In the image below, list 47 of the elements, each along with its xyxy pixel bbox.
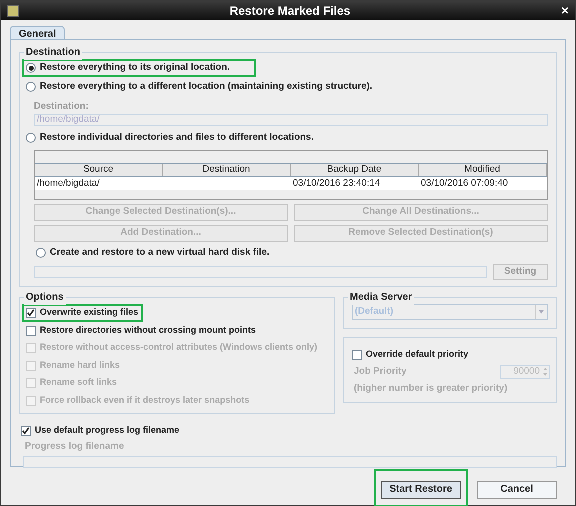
field-label: Job Priority xyxy=(354,364,407,379)
radio-button[interactable] xyxy=(36,248,46,258)
progress-log-field[interactable] xyxy=(23,456,557,468)
radio-label: Restore everything to its original location. xyxy=(40,61,230,75)
column-header[interactable]: Destination xyxy=(163,164,291,176)
field-label: Progress log filename xyxy=(24,440,126,454)
table-cell-text: 03/10/2016 07:09:40 xyxy=(420,177,510,190)
checkbox-label: Override default priority xyxy=(366,348,469,362)
close-icon[interactable]: × xyxy=(561,4,569,17)
column-header[interactable]: Source xyxy=(35,164,163,176)
spinner-arrows-icon xyxy=(542,366,549,378)
dialog-button[interactable]: Start Restore xyxy=(381,480,461,498)
checkbox[interactable] xyxy=(21,426,31,436)
radio-button[interactable] xyxy=(26,132,36,143)
dropdown-arrow-icon xyxy=(535,305,547,320)
tab[interactable]: General xyxy=(10,26,66,39)
radio-button[interactable] xyxy=(26,63,36,74)
checkbox-label: Restore without access-control attributes (Windows clients only) xyxy=(40,341,318,354)
checkbox[interactable] xyxy=(352,350,362,360)
group-title: Options xyxy=(24,290,66,306)
checkmark-icon xyxy=(22,427,30,435)
checkbox[interactable] xyxy=(26,308,36,318)
checkbox-label: Rename soft links xyxy=(40,376,118,390)
vhd-path-field[interactable] xyxy=(34,266,487,278)
column-header[interactable]: Modified xyxy=(419,164,547,176)
priority-note: (higher number is greater priority) xyxy=(353,382,509,396)
checkbox-label: Use default progress log filename xyxy=(35,424,180,438)
group-title: Destination xyxy=(24,45,82,60)
checkbox[interactable] xyxy=(26,326,36,336)
field-label: Destination: xyxy=(34,100,90,114)
table-cell-text: /home/bigdata/ xyxy=(36,177,101,190)
radio-label: Create and restore to a new virtual hard disk file. xyxy=(50,246,270,260)
app-icon xyxy=(7,4,19,16)
radio-label: Restore individual directories and files to different locations. xyxy=(40,130,314,145)
dialog-button[interactable]: Cancel xyxy=(477,480,557,498)
checkmark-icon xyxy=(27,309,35,317)
dropdown-value: (Default) xyxy=(354,305,395,320)
column-header[interactable]: Backup Date xyxy=(291,164,419,176)
checkbox-label: Force rollback even if it destroys later snapshots xyxy=(40,394,250,407)
window-title: Restore Marked Files xyxy=(228,2,352,20)
group-title: Media Server xyxy=(348,290,414,306)
checkbox-label: Rename hard links xyxy=(40,358,120,372)
radio-label: Restore everything to a different location (maintaining existing structure). xyxy=(40,80,373,94)
checkbox-label: Restore directories without crossing mount points xyxy=(40,324,256,337)
table-cell-text: 03/10/2016 23:40:14 xyxy=(292,177,382,190)
table-row[interactable]: /home/bigdata/ 03/10/2016 23:40:14 03/10/2016 07:09:40 xyxy=(35,177,547,190)
checkbox-label: Overwrite existing files xyxy=(40,306,139,320)
